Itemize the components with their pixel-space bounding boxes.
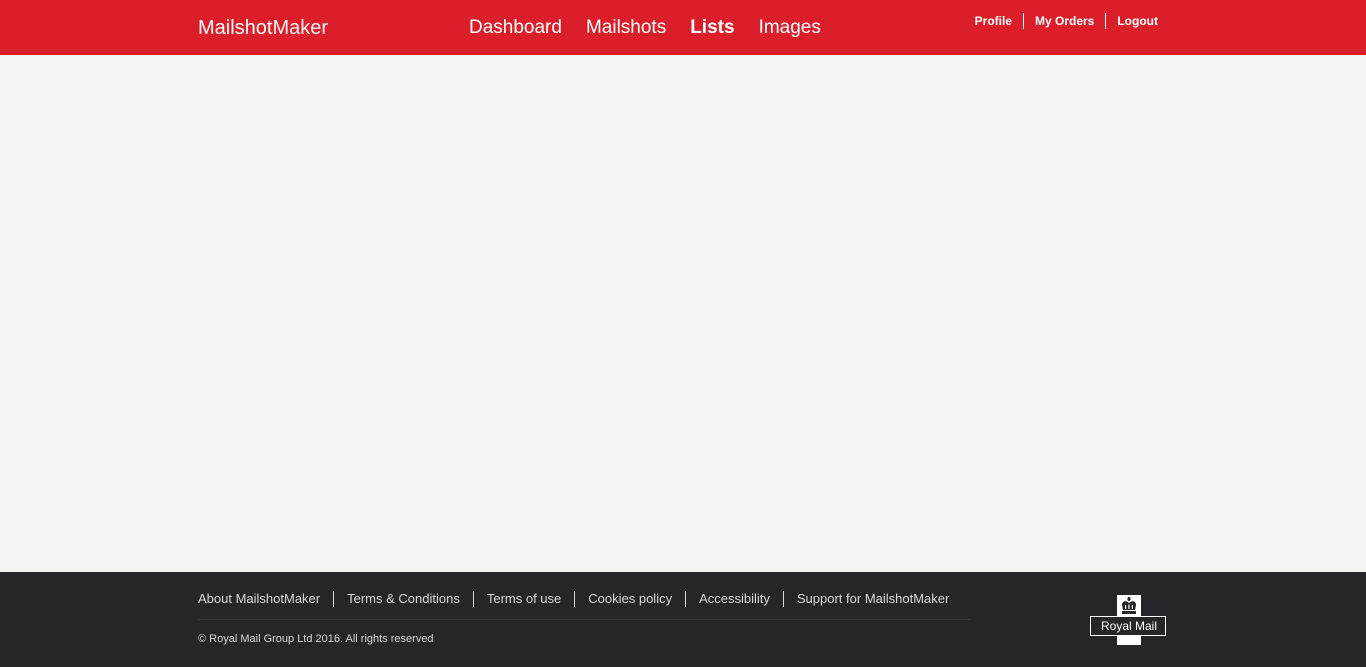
- footer-link-cookies[interactable]: Cookies policy: [588, 591, 672, 607]
- divider: [1105, 13, 1107, 29]
- copyright-text: © Royal Mail Group Ltd 2016. All rights …: [198, 633, 434, 645]
- page-footer: About MailshotMaker Terms & Conditions T…: [0, 572, 1366, 667]
- royal-mail-wordmark: Royal Mail: [1100, 619, 1157, 633]
- brand-name-part2: Maker: [272, 17, 329, 39]
- divider: [685, 591, 687, 607]
- divider: [472, 591, 474, 607]
- profile-link[interactable]: Profile: [975, 13, 1012, 29]
- logo-base: [1117, 636, 1141, 645]
- nav-lists[interactable]: Lists: [690, 16, 734, 40]
- royal-mail-logo[interactable]: Royal Mail: [1090, 595, 1168, 645]
- crown-icon: [1117, 595, 1141, 617]
- user-navigation: Profile My Orders Logout: [975, 13, 1158, 29]
- nav-dashboard[interactable]: Dashboard: [469, 16, 562, 40]
- footer-link-terms-conditions[interactable]: Terms & Conditions: [347, 591, 460, 607]
- footer-links: About MailshotMaker Terms & Conditions T…: [198, 591, 949, 607]
- brand-name-part1: Mailshot: [198, 17, 273, 39]
- divider: [333, 591, 335, 607]
- top-header: MailshotMaker Dashboard Mailshots Lists …: [0, 0, 1366, 55]
- divider: [782, 591, 784, 607]
- logout-link[interactable]: Logout: [1117, 13, 1158, 29]
- footer-divider: [198, 619, 971, 620]
- brand-logo[interactable]: MailshotMaker: [198, 16, 328, 40]
- royal-mail-wordmark-box: Royal Mail: [1090, 616, 1166, 636]
- footer-link-support[interactable]: Support for MailshotMaker: [797, 591, 949, 607]
- main-navigation: Dashboard Mailshots Lists Images: [469, 16, 845, 40]
- footer-link-about[interactable]: About MailshotMaker: [198, 591, 320, 607]
- divider: [574, 591, 576, 607]
- nav-images[interactable]: Images: [759, 16, 821, 40]
- nav-mailshots[interactable]: Mailshots: [586, 16, 666, 40]
- main-content-area: [0, 55, 1366, 572]
- my-orders-link[interactable]: My Orders: [1035, 13, 1094, 29]
- footer-link-terms-of-use[interactable]: Terms of use: [487, 591, 561, 607]
- footer-link-accessibility[interactable]: Accessibility: [699, 591, 770, 607]
- divider: [1022, 13, 1024, 29]
